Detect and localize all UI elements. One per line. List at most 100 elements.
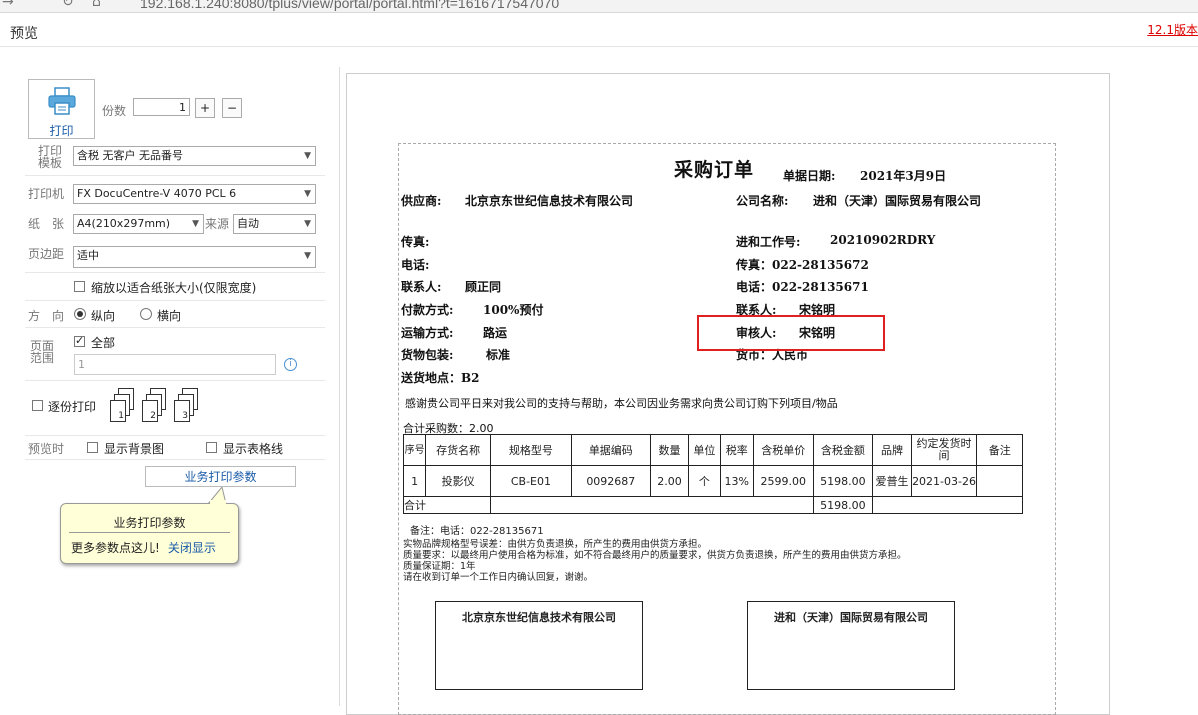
transport-value: 路运 <box>483 326 508 340</box>
show-grid-checkbox[interactable] <box>206 442 217 453</box>
contact-label: 联系人: <box>401 280 442 294</box>
tooltip-body: 更多参数点这儿! 关闭显示 <box>71 539 216 556</box>
biz-print-params-button[interactable]: 业务打印参数 <box>145 466 296 487</box>
source-select[interactable]: 自动 ▼ <box>233 214 316 234</box>
page-range-input[interactable]: 1 <box>74 354 276 375</box>
divider <box>25 175 325 176</box>
cell: 2021-03-26 <box>910 465 978 497</box>
supplier-label: 供应商: <box>401 194 442 208</box>
remark-text: 备注：电话：022-28135671 <box>410 526 544 537</box>
cell: 5198.00 <box>812 465 874 497</box>
page-icon: 1 <box>110 400 126 422</box>
header-cell: 含税单价 <box>752 434 814 466</box>
template-select[interactable]: 含税 无客户 无品番号 ▼ <box>73 146 316 166</box>
delivery-location: 送货地点：B2 <box>401 371 480 385</box>
orientation-label: 方 向 <box>28 309 65 323</box>
chevron-down-icon: ▼ <box>304 251 311 261</box>
shrink-label: 缩放以适合纸张大小(仅限宽度) <box>91 281 257 295</box>
work-no-value: 20210902RDRY <box>830 233 936 247</box>
browser-toolbar: → ↻ ⌂ 192.168.1.240:8080/tplus/view/port… <box>0 0 1198 13</box>
reload-icon[interactable]: ↻ <box>62 0 74 10</box>
forward-icon[interactable]: → <box>2 0 14 10</box>
date-value: 2021年3月9日 <box>860 169 947 183</box>
note-line: 质量保证期：1年 <box>403 561 476 572</box>
header-cell: 数量 <box>649 434 690 466</box>
cell <box>976 465 1023 497</box>
company-label: 公司名称: <box>736 194 789 208</box>
header-cell: 单据编码 <box>570 434 651 466</box>
tooltip-title: 业务打印参数 <box>113 516 186 530</box>
divider <box>25 327 325 328</box>
phone-label: 电话: <box>401 258 430 272</box>
header-cell: 含税金额 <box>812 434 874 466</box>
notes-block: 实物品牌规格型号误差：由供方负责退换，所产生的费用由供货方承担。 质量要求：以最… <box>403 539 907 583</box>
version-link[interactable]: 12.1版本 <box>1147 21 1198 38</box>
source-select-value: 自动 <box>237 217 259 230</box>
copies-input[interactable]: 1 <box>133 98 190 116</box>
info-icon[interactable]: i <box>284 358 297 371</box>
fax-2: 传真：022-28135672 <box>736 258 869 272</box>
panel-separator <box>339 67 340 706</box>
copies-label: 份数 <box>102 104 127 118</box>
cell <box>872 496 1023 514</box>
cell <box>489 496 814 514</box>
chevron-down-icon: ▼ <box>304 151 311 161</box>
page-title: 预览 <box>10 26 38 42</box>
portrait-radio[interactable] <box>74 308 86 320</box>
template-select-value: 含税 无客户 无品番号 <box>77 149 183 162</box>
tooltip-more-link[interactable]: 更多参数点这儿! <box>71 541 160 555</box>
cell: 爱普生 <box>872 465 912 497</box>
show-grid-label: 显示表格线 <box>223 442 284 456</box>
printer-select-value: FX DocuCentre-V 4070 PCL 6 <box>77 187 237 200</box>
print-button-label: 打印 <box>49 124 74 138</box>
all-pages-checkbox[interactable] <box>74 334 85 347</box>
contact-value: 顾正同 <box>465 280 502 294</box>
divider <box>25 435 325 436</box>
cell: 个 <box>688 465 721 497</box>
range-label: 页面范围 <box>29 339 54 365</box>
thanks-text: 感谢贵公司平日来对我公司的支持与帮助，本公司因业务需求向贵公司订购下列项目/物品 <box>405 397 838 410</box>
printer-icon <box>48 87 76 115</box>
show-bg-checkbox[interactable] <box>87 442 98 453</box>
copies-minus-button[interactable]: − <box>222 98 242 118</box>
chevron-down-icon: ▼ <box>304 189 311 199</box>
work-no-label: 进和工作号: <box>736 235 801 249</box>
reviewer-highlight-box <box>697 315 885 351</box>
tooltip-divider <box>69 532 230 533</box>
cell: 2.00 <box>649 465 690 497</box>
all-pages-label: 全部 <box>91 336 116 350</box>
shrink-checkbox[interactable] <box>74 281 85 292</box>
paper-select-value: A4(210x297mm) <box>77 217 171 230</box>
fax-label: 传真: <box>401 235 430 249</box>
printer-select[interactable]: FX DocuCentre-V 4070 PCL 6 ▼ <box>73 184 316 204</box>
header-cell: 规格型号 <box>489 434 572 466</box>
cell: 投影仪 <box>425 465 491 497</box>
header-cell: 品牌 <box>872 434 912 466</box>
divider <box>25 459 325 460</box>
cell: 13% <box>719 465 754 497</box>
packing-label: 货物包装: <box>401 348 454 362</box>
date-label: 单据日期: <box>783 169 836 183</box>
table-row: 1 投影仪 CB-E01 0092687 2.00 个 13% 2599.00 … <box>402 465 1023 497</box>
address-bar[interactable]: 192.168.1.240:8080/tplus/view/portal/por… <box>140 0 559 11</box>
home-icon[interactable]: ⌂ <box>92 0 101 10</box>
source-label: 来源 <box>205 217 230 231</box>
paper-select[interactable]: A4(210x297mm) ▼ <box>73 214 204 234</box>
page-icon: 3 <box>174 400 190 422</box>
margin-select[interactable]: 适中 ▼ <box>73 246 316 268</box>
tooltip-close-link[interactable]: 关闭显示 <box>168 541 216 555</box>
collate-checkbox[interactable] <box>32 400 43 411</box>
params-tooltip: 业务打印参数 更多参数点这儿! 关闭显示 <box>60 503 239 564</box>
table-total-row: 合计 5198.00 <box>403 496 1023 514</box>
note-line: 请在收到订单一个工作日内确认回复，谢谢。 <box>403 572 594 583</box>
landscape-radio[interactable] <box>140 308 152 320</box>
transport-label: 运输方式: <box>401 326 454 340</box>
copies-plus-button[interactable]: + <box>195 98 215 118</box>
divider <box>25 380 325 381</box>
tooltip-pointer-cover <box>210 500 226 506</box>
items-table: 序号 存货名称 规格型号 单据编码 数量 单位 税率 含税单价 含税金额 品牌 … <box>402 434 1023 514</box>
cell: 0092687 <box>570 465 651 497</box>
header-cell: 序号 <box>402 434 427 466</box>
note-line: 质量要求：以最终用户使用合格为标准，如不符合最终用户的质量要求，供货方负责退换，… <box>403 550 907 561</box>
print-button[interactable]: 打印 <box>28 79 95 139</box>
